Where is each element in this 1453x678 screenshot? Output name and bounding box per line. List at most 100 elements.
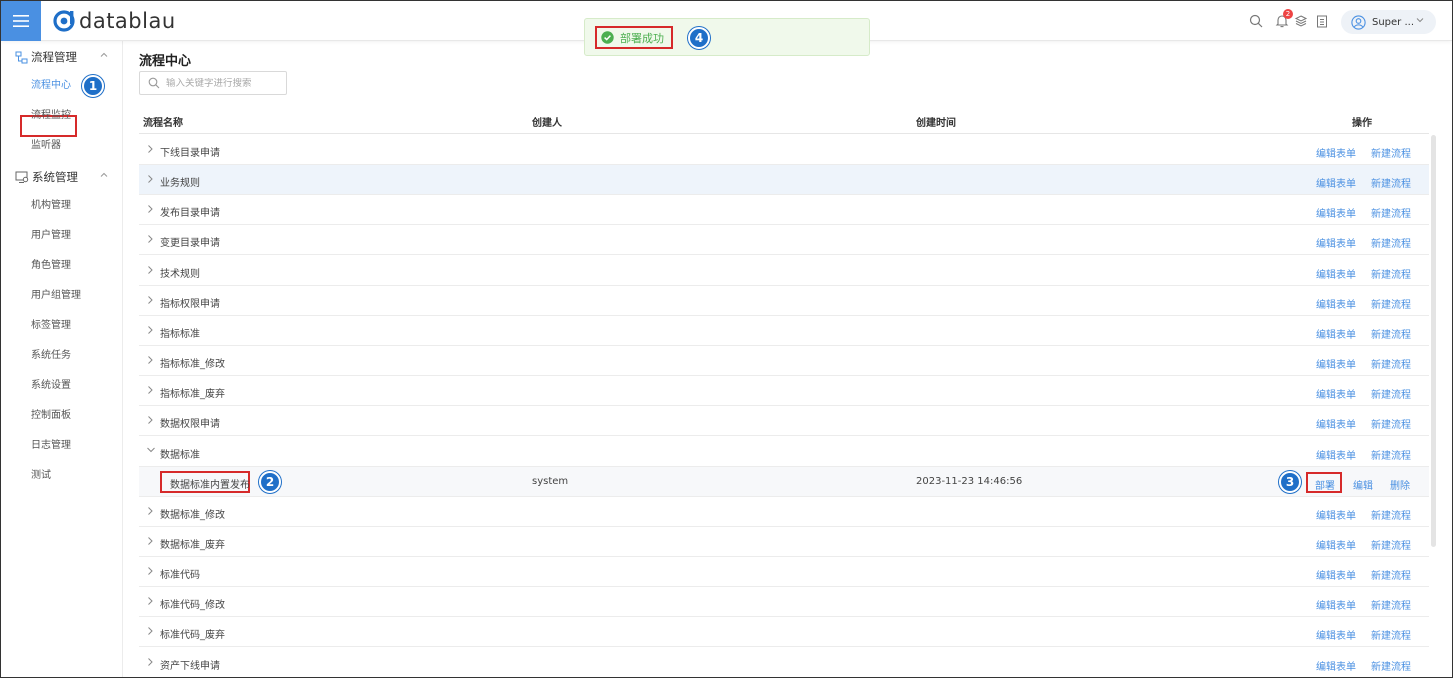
edit-form-link[interactable]: 编辑表单 xyxy=(1316,326,1356,341)
chevron-right-icon[interactable] xyxy=(146,626,154,639)
sidebar-item-user[interactable]: 用户管理 xyxy=(31,227,71,245)
chevron-right-icon[interactable] xyxy=(146,385,154,398)
table-row[interactable]: 标准代码_修改 编辑表单 新建流程 xyxy=(139,587,1429,618)
new-flow-link[interactable]: 新建流程 xyxy=(1371,507,1411,522)
table-row[interactable]: 指标标准_修改 编辑表单 新建流程 xyxy=(139,346,1429,377)
sidebar-item-control-panel[interactable]: 控制面板 xyxy=(31,407,71,425)
edit-form-link[interactable]: 编辑表单 xyxy=(1316,507,1356,522)
chevron-right-icon[interactable] xyxy=(146,265,154,278)
edit-form-link[interactable]: 编辑表单 xyxy=(1316,356,1356,371)
search-input[interactable] xyxy=(166,77,284,89)
chevron-right-icon[interactable] xyxy=(146,355,154,368)
table-row[interactable]: 下线目录申请 编辑表单 新建流程 xyxy=(139,135,1429,165)
new-flow-link[interactable]: 新建流程 xyxy=(1371,145,1411,160)
new-flow-link[interactable]: 新建流程 xyxy=(1371,567,1411,582)
edit-form-link[interactable]: 编辑表单 xyxy=(1316,658,1356,673)
chevron-right-icon[interactable] xyxy=(146,566,154,579)
edit-link[interactable]: 编辑 xyxy=(1353,477,1373,492)
chevron-right-icon[interactable] xyxy=(146,325,154,338)
chevron-right-icon[interactable] xyxy=(146,204,154,217)
hamburger-menu-button[interactable] xyxy=(1,1,41,41)
edit-form-link[interactable]: 编辑表单 xyxy=(1316,205,1356,220)
sidebar-item-listener[interactable]: 监听器 xyxy=(31,137,61,155)
table-row[interactable]: 标准代码 编辑表单 新建流程 xyxy=(139,557,1429,588)
new-flow-link[interactable]: 新建流程 xyxy=(1371,205,1411,220)
vertical-scrollbar[interactable] xyxy=(1431,135,1436,547)
table-row[interactable]: 变更目录申请 编辑表单 新建流程 xyxy=(139,225,1429,256)
new-flow-link[interactable]: 新建流程 xyxy=(1371,175,1411,190)
new-flow-link[interactable]: 新建流程 xyxy=(1371,235,1411,250)
table-row[interactable]: 资产下线申请 编辑表单 新建流程 xyxy=(139,648,1429,677)
new-flow-link[interactable]: 新建流程 xyxy=(1371,627,1411,642)
chevron-right-icon[interactable] xyxy=(146,596,154,609)
chevron-right-icon[interactable] xyxy=(146,234,154,247)
table-row[interactable]: 数据标准_废弃 编辑表单 新建流程 xyxy=(139,527,1429,557)
table-row[interactable]: 技术规则 编辑表单 新建流程 xyxy=(139,256,1429,286)
edit-form-link[interactable]: 编辑表单 xyxy=(1316,266,1356,281)
new-flow-link[interactable]: 新建流程 xyxy=(1371,326,1411,341)
sidebar-group-workflow[interactable]: 流程管理 xyxy=(15,47,108,67)
edit-form-link[interactable]: 编辑表单 xyxy=(1316,627,1356,642)
new-flow-link[interactable]: 新建流程 xyxy=(1371,597,1411,612)
menu-icon xyxy=(13,15,29,27)
edit-form-link[interactable]: 编辑表单 xyxy=(1316,145,1356,160)
chevron-right-icon[interactable] xyxy=(146,144,154,157)
sidebar-item-test[interactable]: 测试 xyxy=(31,467,51,485)
sidebar-item-tag[interactable]: 标签管理 xyxy=(31,317,71,335)
delete-link[interactable]: 删除 xyxy=(1390,477,1410,492)
table-row-child[interactable]: 数据标准内置发布 2 system 2023-11-23 14:46:56 3 部署 编辑 删… xyxy=(139,466,1429,497)
new-flow-link[interactable]: 新建流程 xyxy=(1371,386,1411,401)
table-row[interactable]: 发布目录申请 编辑表单 新建流程 xyxy=(139,195,1429,226)
edit-form-link[interactable]: 编辑表单 xyxy=(1316,235,1356,250)
chevron-right-icon[interactable] xyxy=(146,536,154,549)
edit-form-link[interactable]: 编辑表单 xyxy=(1316,386,1356,401)
chevron-right-icon[interactable] xyxy=(146,295,154,308)
new-flow-link[interactable]: 新建流程 xyxy=(1371,296,1411,311)
table-row[interactable]: 业务规则 编辑表单 新建流程 xyxy=(139,165,1429,196)
table-row[interactable]: 数据权限申请 编辑表单 新建流程 xyxy=(139,406,1429,437)
table-row[interactable]: 标准代码_废弃 编辑表单 新建流程 xyxy=(139,617,1429,648)
step-marker-1: 1 xyxy=(82,75,104,97)
new-flow-link[interactable]: 新建流程 xyxy=(1371,658,1411,673)
user-avatar-icon xyxy=(1351,14,1366,30)
deploy-link[interactable]: 部署 xyxy=(1315,477,1335,492)
edit-form-link[interactable]: 编辑表单 xyxy=(1316,597,1356,612)
sidebar-item-log[interactable]: 日志管理 xyxy=(31,437,71,455)
chevron-down-icon[interactable] xyxy=(146,446,156,457)
sidebar-item-org[interactable]: 机构管理 xyxy=(31,197,71,215)
edit-form-link[interactable]: 编辑表单 xyxy=(1316,447,1356,462)
new-flow-link[interactable]: 新建流程 xyxy=(1371,266,1411,281)
sidebar-item-system-settings[interactable]: 系统设置 xyxy=(31,377,71,395)
user-menu-button[interactable]: Super ... xyxy=(1341,10,1436,34)
search-icon[interactable] xyxy=(1247,12,1265,30)
new-flow-link[interactable]: 新建流程 xyxy=(1371,356,1411,371)
check-circle-icon xyxy=(601,31,614,44)
clipboard-icon[interactable] xyxy=(1313,12,1331,30)
chevron-right-icon[interactable] xyxy=(146,657,154,670)
edit-form-link[interactable]: 编辑表单 xyxy=(1316,416,1356,431)
search-box[interactable] xyxy=(139,71,287,95)
table-row[interactable]: 指标权限申请 编辑表单 新建流程 xyxy=(139,286,1429,316)
sidebar-item-flow-center[interactable]: 流程中心 xyxy=(31,77,71,95)
new-flow-link[interactable]: 新建流程 xyxy=(1371,537,1411,552)
sidebar-group-system[interactable]: 系统管理 xyxy=(15,167,108,187)
edit-form-link[interactable]: 编辑表单 xyxy=(1316,296,1356,311)
layers-icon[interactable] xyxy=(1292,12,1310,30)
edit-form-link[interactable]: 编辑表单 xyxy=(1316,537,1356,552)
table-row[interactable]: 数据标准 编辑表单 新建流程 xyxy=(139,437,1429,467)
table-row[interactable]: 指标标准 编辑表单 新建流程 xyxy=(139,316,1429,346)
edit-form-link[interactable]: 编辑表单 xyxy=(1316,567,1356,582)
chevron-right-icon[interactable] xyxy=(146,415,154,428)
sidebar-item-system-task[interactable]: 系统任务 xyxy=(31,347,71,365)
table-row[interactable]: 指标标准_废弃 编辑表单 新建流程 xyxy=(139,376,1429,407)
new-flow-link[interactable]: 新建流程 xyxy=(1371,416,1411,431)
sidebar-item-flow-monitor[interactable]: 流程监控 xyxy=(31,107,71,125)
table-row[interactable]: 数据标准_修改 编辑表单 新建流程 xyxy=(139,497,1429,527)
edit-form-link[interactable]: 编辑表单 xyxy=(1316,175,1356,190)
sidebar-item-role[interactable]: 角色管理 xyxy=(31,257,71,275)
chevron-right-icon[interactable] xyxy=(146,174,154,187)
sidebar-item-usergroup[interactable]: 用户组管理 xyxy=(31,287,81,305)
sidebar-group-label: 系统管理 xyxy=(32,170,78,184)
new-flow-link[interactable]: 新建流程 xyxy=(1371,447,1411,462)
chevron-right-icon[interactable] xyxy=(146,506,154,519)
